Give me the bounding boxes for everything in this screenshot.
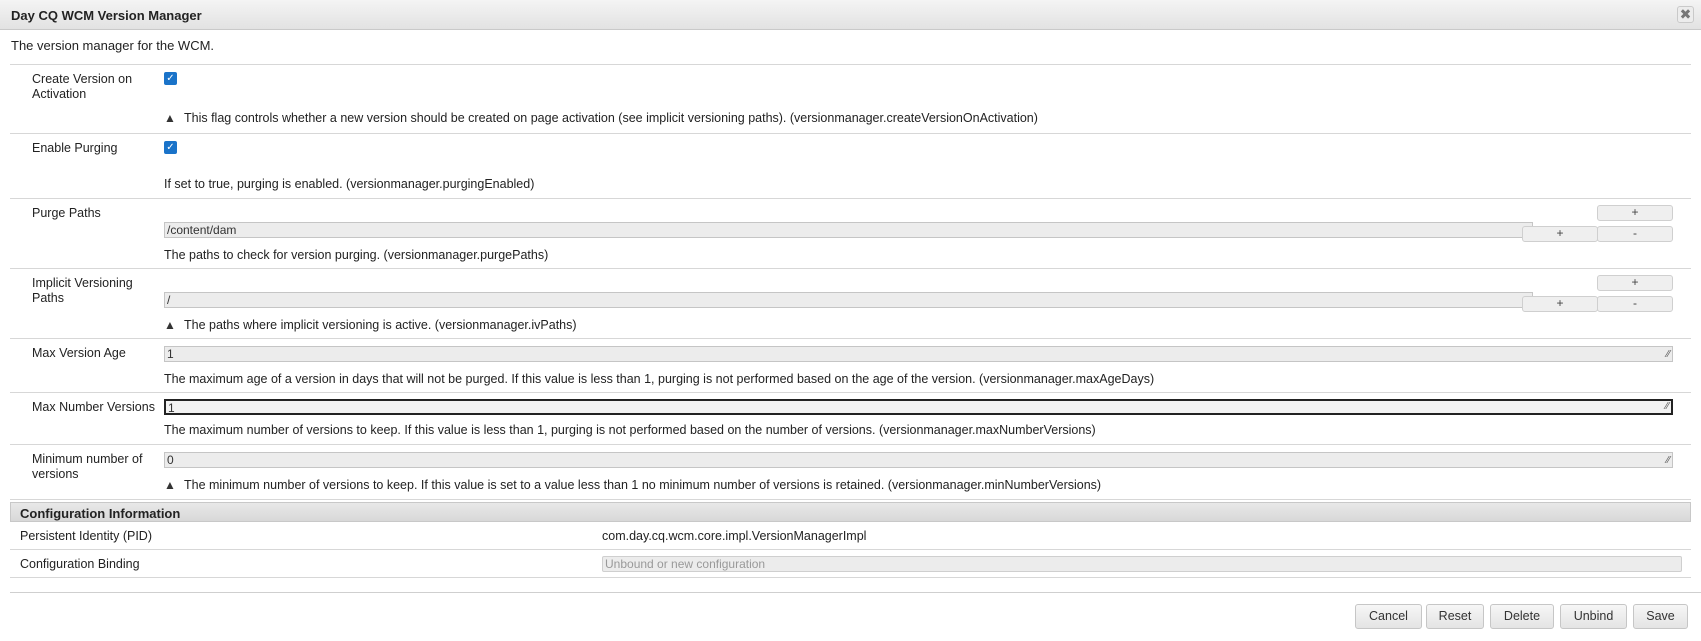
enable-purging-label: Enable Purging — [32, 141, 118, 155]
resize-grip-icon[interactable]: ⁄⁄ — [1667, 455, 1670, 467]
purge-paths-add-top-button[interactable]: + — [1597, 205, 1673, 221]
dialog-description: The version manager for the WCM. — [11, 38, 215, 53]
min-number-label: Minimum number of versions — [32, 452, 143, 481]
binding-field: Unbound or new configuration — [602, 556, 1682, 572]
enable-purging-help: If set to true, purging is enabled. (ver… — [164, 177, 535, 191]
purge-paths-add-button[interactable]: + — [1522, 226, 1598, 242]
row-max-number: Max Number Versions 1 ⁄⁄ The maximum num… — [10, 392, 1691, 444]
dialog-title: Day CQ WCM Version Manager — [11, 8, 202, 23]
warning-icon: ▲ — [164, 318, 176, 332]
max-number-input[interactable]: 1 ⁄⁄ — [164, 399, 1673, 415]
footer-divider — [10, 592, 1701, 593]
pid-row: Persistent Identity (PID) com.day.cq.wcm… — [10, 523, 1691, 550]
max-age-help: The maximum age of a version in days tha… — [164, 372, 1155, 386]
binding-label: Configuration Binding — [20, 557, 140, 571]
max-age-label: Max Version Age — [32, 346, 126, 360]
implicit-paths-help: ▲ The paths where implicit versioning is … — [164, 318, 577, 332]
unbind-button[interactable]: Unbind — [1560, 604, 1627, 629]
delete-button[interactable]: Delete — [1490, 604, 1554, 629]
max-age-input[interactable]: 1 ⁄⁄ — [164, 346, 1673, 362]
enable-purging-checkbox[interactable]: ✓ — [164, 141, 177, 154]
row-purge-paths: Purge Paths + /content/dam ⁄⁄ + - The pa… — [10, 198, 1691, 268]
purge-paths-label: Purge Paths — [32, 206, 101, 220]
cancel-button[interactable]: Cancel — [1355, 604, 1422, 629]
implicit-paths-remove-button[interactable]: - — [1597, 296, 1673, 312]
warning-icon: ▲ — [164, 111, 176, 125]
min-number-help: ▲ The minimum number of versions to keep.… — [164, 478, 1102, 492]
create-version-label: Create Version on Activation — [32, 72, 133, 101]
create-version-help: ▲ This flag controls whether a new versio… — [164, 111, 1038, 125]
row-implicit-paths: Implicit Versioning Paths + / ⁄⁄ + - ▲Th… — [10, 268, 1691, 338]
dialog-titlebar[interactable]: Day CQ WCM Version Manager ✖ — [0, 0, 1701, 30]
reset-button[interactable]: Reset — [1426, 604, 1484, 629]
warning-icon: ▲ — [164, 478, 176, 492]
pid-value: com.day.cq.wcm.core.impl.VersionManagerI… — [602, 529, 867, 543]
row-min-number: Minimum number of versions 0 ⁄⁄ ▲ The min… — [10, 444, 1691, 500]
binding-row: Configuration Binding Unbound or new con… — [10, 551, 1691, 578]
create-version-checkbox[interactable]: ✓ — [164, 72, 177, 85]
config-dialog: Day CQ WCM Version Manager ✖ The version… — [0, 0, 1701, 641]
pid-label: Persistent Identity (PID) — [20, 529, 152, 543]
implicit-paths-label: Implicit Versioning Paths — [32, 276, 133, 305]
purge-paths-input[interactable]: /content/dam ⁄⁄ — [164, 222, 1533, 238]
save-button[interactable]: Save — [1633, 604, 1688, 629]
resize-grip-icon[interactable]: ⁄⁄ — [1666, 401, 1669, 413]
max-number-label: Max Number Versions — [32, 400, 155, 414]
close-icon[interactable]: ✖ — [1677, 6, 1694, 23]
row-create-version: Create Version on Activation ✓ ▲ This fla… — [10, 64, 1691, 133]
implicit-paths-add-button[interactable]: + — [1522, 296, 1598, 312]
purge-paths-remove-button[interactable]: - — [1597, 226, 1673, 242]
max-number-help: The maximum number of versions to keep. … — [164, 423, 1096, 437]
implicit-paths-input[interactable]: / ⁄⁄ — [164, 292, 1533, 308]
row-enable-purging: Enable Purging ✓ If set to true, purging… — [10, 133, 1691, 198]
row-max-age: Max Version Age 1 ⁄⁄ The maximum age of … — [10, 338, 1691, 392]
min-number-input[interactable]: 0 ⁄⁄ — [164, 452, 1673, 468]
implicit-paths-add-top-button[interactable]: + — [1597, 275, 1673, 291]
purge-paths-help: The paths to check for version purging. … — [164, 248, 549, 262]
config-info-header: Configuration Information — [10, 502, 1691, 522]
resize-grip-icon[interactable]: ⁄⁄ — [1667, 349, 1670, 361]
